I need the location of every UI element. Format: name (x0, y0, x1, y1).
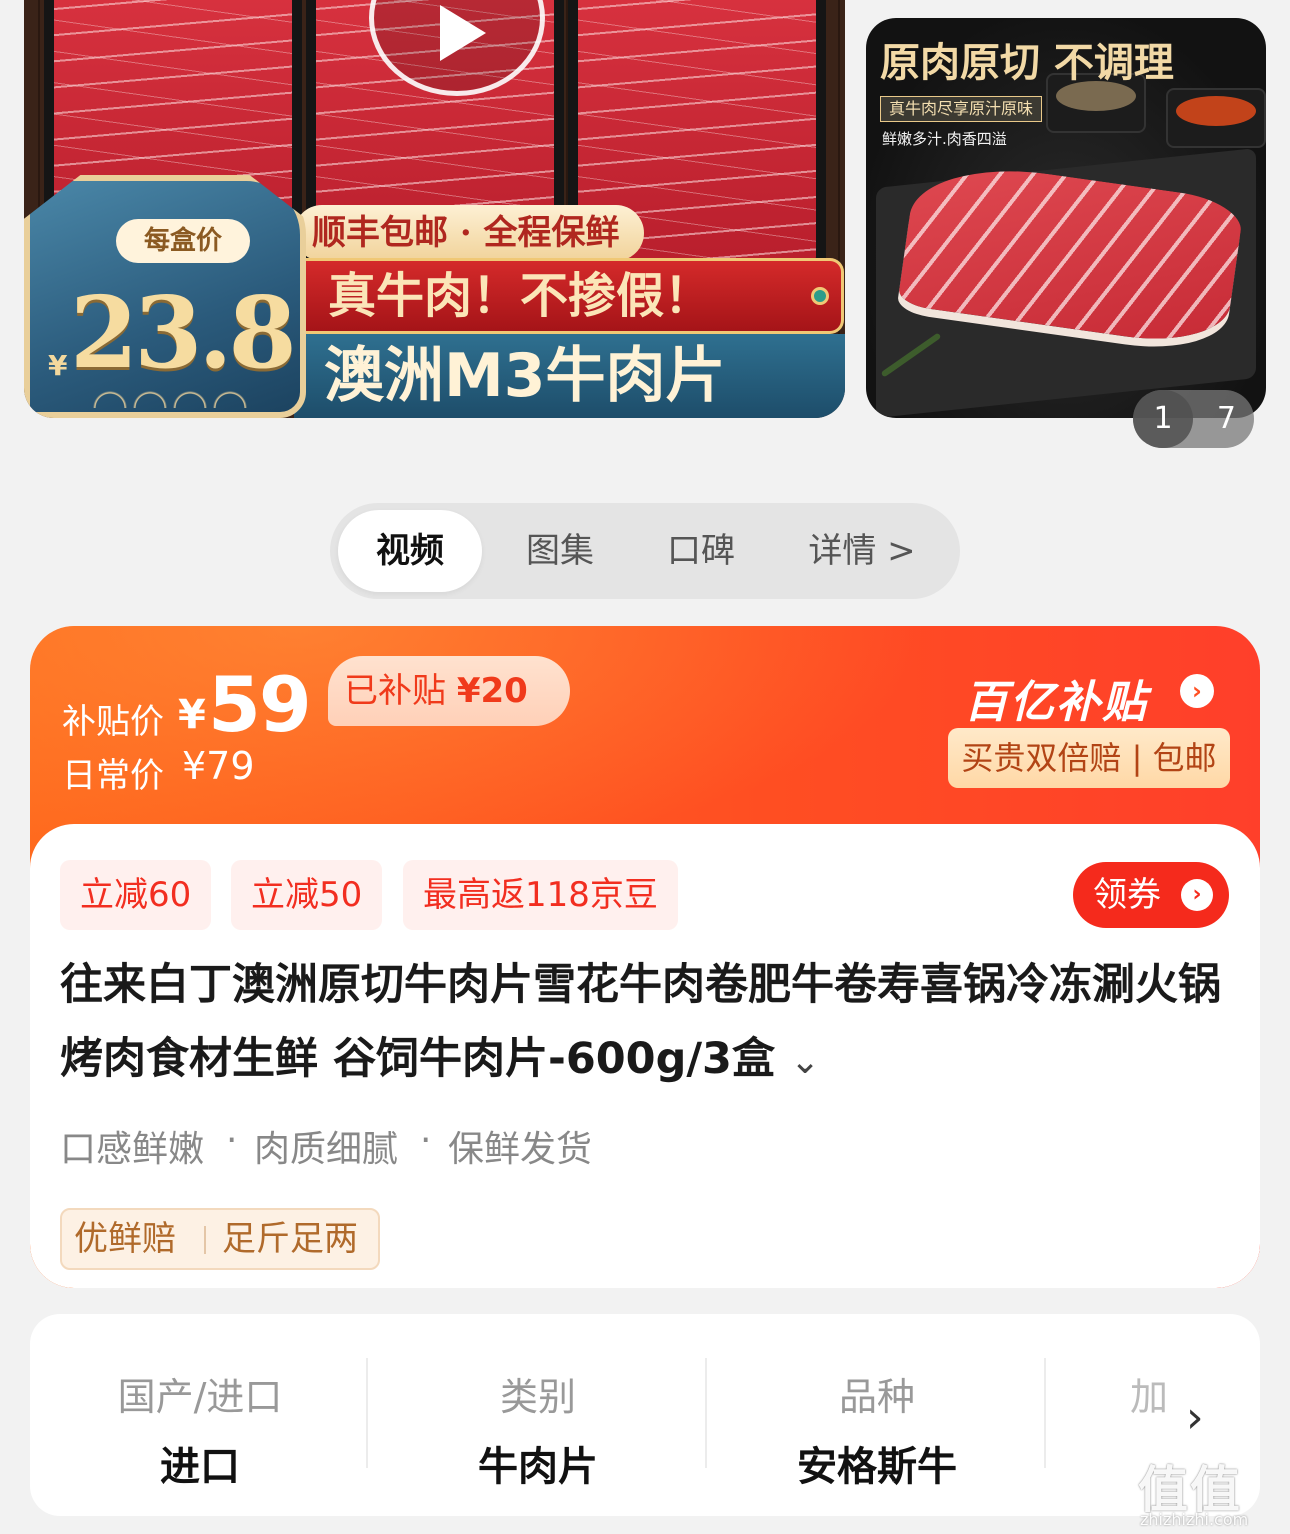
tab-details[interactable]: 详情 > (778, 510, 946, 592)
billion-subsidy-logo[interactable]: 百亿补贴 (964, 666, 1148, 730)
feature-tag: 保鲜发货 (448, 1129, 593, 1170)
attribute-key: 类别 (499, 1375, 576, 1419)
subsidized-label: 已补贴 (344, 671, 446, 711)
image-counter-total: 7 (1216, 401, 1236, 436)
slogan-text: 真牛肉！不掺假！ (328, 268, 713, 324)
media-tabs: 视频 图集 口碑 详情 > (330, 503, 960, 599)
subsidy-price: 59 (208, 660, 312, 749)
shipping-ribbon: 顺丰包邮 · 全程保鲜 (294, 205, 644, 261)
get-coupon-label: 领券 (1093, 875, 1161, 915)
attribute-item: 国产/进口 进口 (30, 1314, 370, 1516)
tab-gallery[interactable]: 图集 (490, 510, 630, 592)
image-counter: 1 7 (1133, 390, 1254, 448)
attribute-value: 牛肉片 (478, 1444, 598, 1490)
secondary-product-image[interactable]: 原肉原切 不调理 真牛肉尽享原汁原味 鲜嫩多汁.肉香四溢 (866, 18, 1266, 418)
attribute-item: 品种 安格斯牛 (707, 1314, 1047, 1516)
normal-price-label: 日常价 (62, 756, 164, 796)
service-guarantee-badge[interactable]: 优鲜赔 足斤足两 (60, 1208, 380, 1270)
tab-reviews[interactable]: 口碑 (634, 510, 768, 592)
divider (1044, 1358, 1046, 1468)
chevron-right-icon: › (1181, 879, 1213, 911)
badge-label: 每盒价 (116, 219, 250, 263)
side-image-subtitle: 鲜嫩多汁.肉香四溢 (882, 130, 1007, 148)
product-title-text: 往来白丁澳洲原切牛肉片雪花牛肉卷肥牛卷寿喜锅冷冻涮火锅烤肉食材生鲜 谷饲牛肉片-… (60, 960, 1221, 1084)
attribute-value: 进口 (160, 1444, 240, 1490)
guarantee-item: 优鲜赔 (74, 1219, 176, 1259)
product-attributes[interactable]: 国产/进口 进口 类别 牛肉片 品种 安格斯牛 加 › (30, 1314, 1260, 1516)
attribute-item: 类别 牛肉片 (368, 1314, 708, 1516)
program-guarantee-tag: 买贵双倍赔 | 包邮 (948, 728, 1230, 788)
feature-separator: · (226, 1120, 238, 1161)
wave-pattern-icon (90, 378, 250, 408)
coupon-tag[interactable]: 立减50 (231, 860, 383, 930)
attribute-key-truncated: 加 (1130, 1375, 1169, 1419)
chevron-right-icon[interactable]: › (1186, 1392, 1204, 1443)
per-box-price-badge: 每盒价 23.8 ¥ (24, 175, 306, 418)
badge-currency: ¥ (48, 349, 68, 382)
product-title[interactable]: 往来白丁澳洲原切牛肉片雪花牛肉卷肥牛卷寿喜锅冷冻涮火锅烤肉食材生鲜 谷饲牛肉片-… (60, 948, 1230, 1099)
watermark-url: zhizhizhi.com (1140, 1510, 1249, 1529)
ribbon-dot-icon (811, 287, 829, 305)
guarantee-item: 足斤足两 (222, 1219, 358, 1259)
subsidized-amount: ¥20 (456, 671, 528, 711)
image-gallery[interactable]: 顺丰包邮 · 全程保鲜 真牛肉！不掺假！ 澳洲M3牛肉片 每盒价 23.8 ¥ … (0, 0, 1290, 470)
coupon-tag[interactable]: 最高返118京豆 (403, 860, 678, 930)
subsidized-amount-chip: 已补贴 ¥20 (328, 656, 570, 726)
site-watermark: 值值值 zhizhizhi.com (1138, 1450, 1288, 1534)
divider (204, 1226, 206, 1254)
side-image-title: 原肉原切 不调理 (880, 39, 1174, 86)
feature-tag: 肉质细腻 (254, 1129, 399, 1170)
chevron-right-icon[interactable]: › (1180, 674, 1214, 708)
side-image-chip: 真牛肉尽享原汁原味 (880, 96, 1043, 122)
normal-price: ¥79 (182, 744, 255, 788)
get-coupon-button[interactable]: 领券 › (1073, 862, 1229, 928)
feature-separator: · (420, 1120, 432, 1161)
coupon-tag[interactable]: 立减60 (60, 860, 212, 930)
attribute-value: 安格斯牛 (797, 1444, 957, 1490)
spice-bowl-image (1166, 88, 1266, 148)
tab-video[interactable]: 视频 (338, 510, 482, 592)
product-info-panel: 立减60 立减50 最高返118京豆 领券 › 往来白丁澳洲原切牛肉片雪花牛肉卷… (30, 824, 1260, 1288)
subsidy-currency: ¥ (178, 692, 206, 738)
slogan-ribbon: 真牛肉！不掺假！ (294, 258, 844, 334)
main-product-image[interactable]: 顺丰包邮 · 全程保鲜 真牛肉！不掺假！ 澳洲M3牛肉片 每盒价 23.8 ¥ (24, 0, 845, 418)
badge-price: 23.8 (70, 276, 297, 391)
image-counter-current: 1 (1133, 390, 1193, 448)
feature-tag: 口感鲜嫩 (60, 1129, 205, 1170)
subsidy-price-label: 补贴价 (62, 702, 164, 742)
attribute-key: 国产/进口 (117, 1375, 283, 1419)
expand-title-icon[interactable]: ⌄ (790, 1041, 820, 1082)
attribute-key: 品种 (838, 1375, 915, 1419)
subsidy-price-card: 补贴价 ¥ 59 已补贴 ¥20 日常价 ¥79 百亿补贴 › 买贵双倍赔 | … (30, 626, 1260, 1288)
product-name-ribbon: 澳洲M3牛肉片 (294, 334, 845, 418)
